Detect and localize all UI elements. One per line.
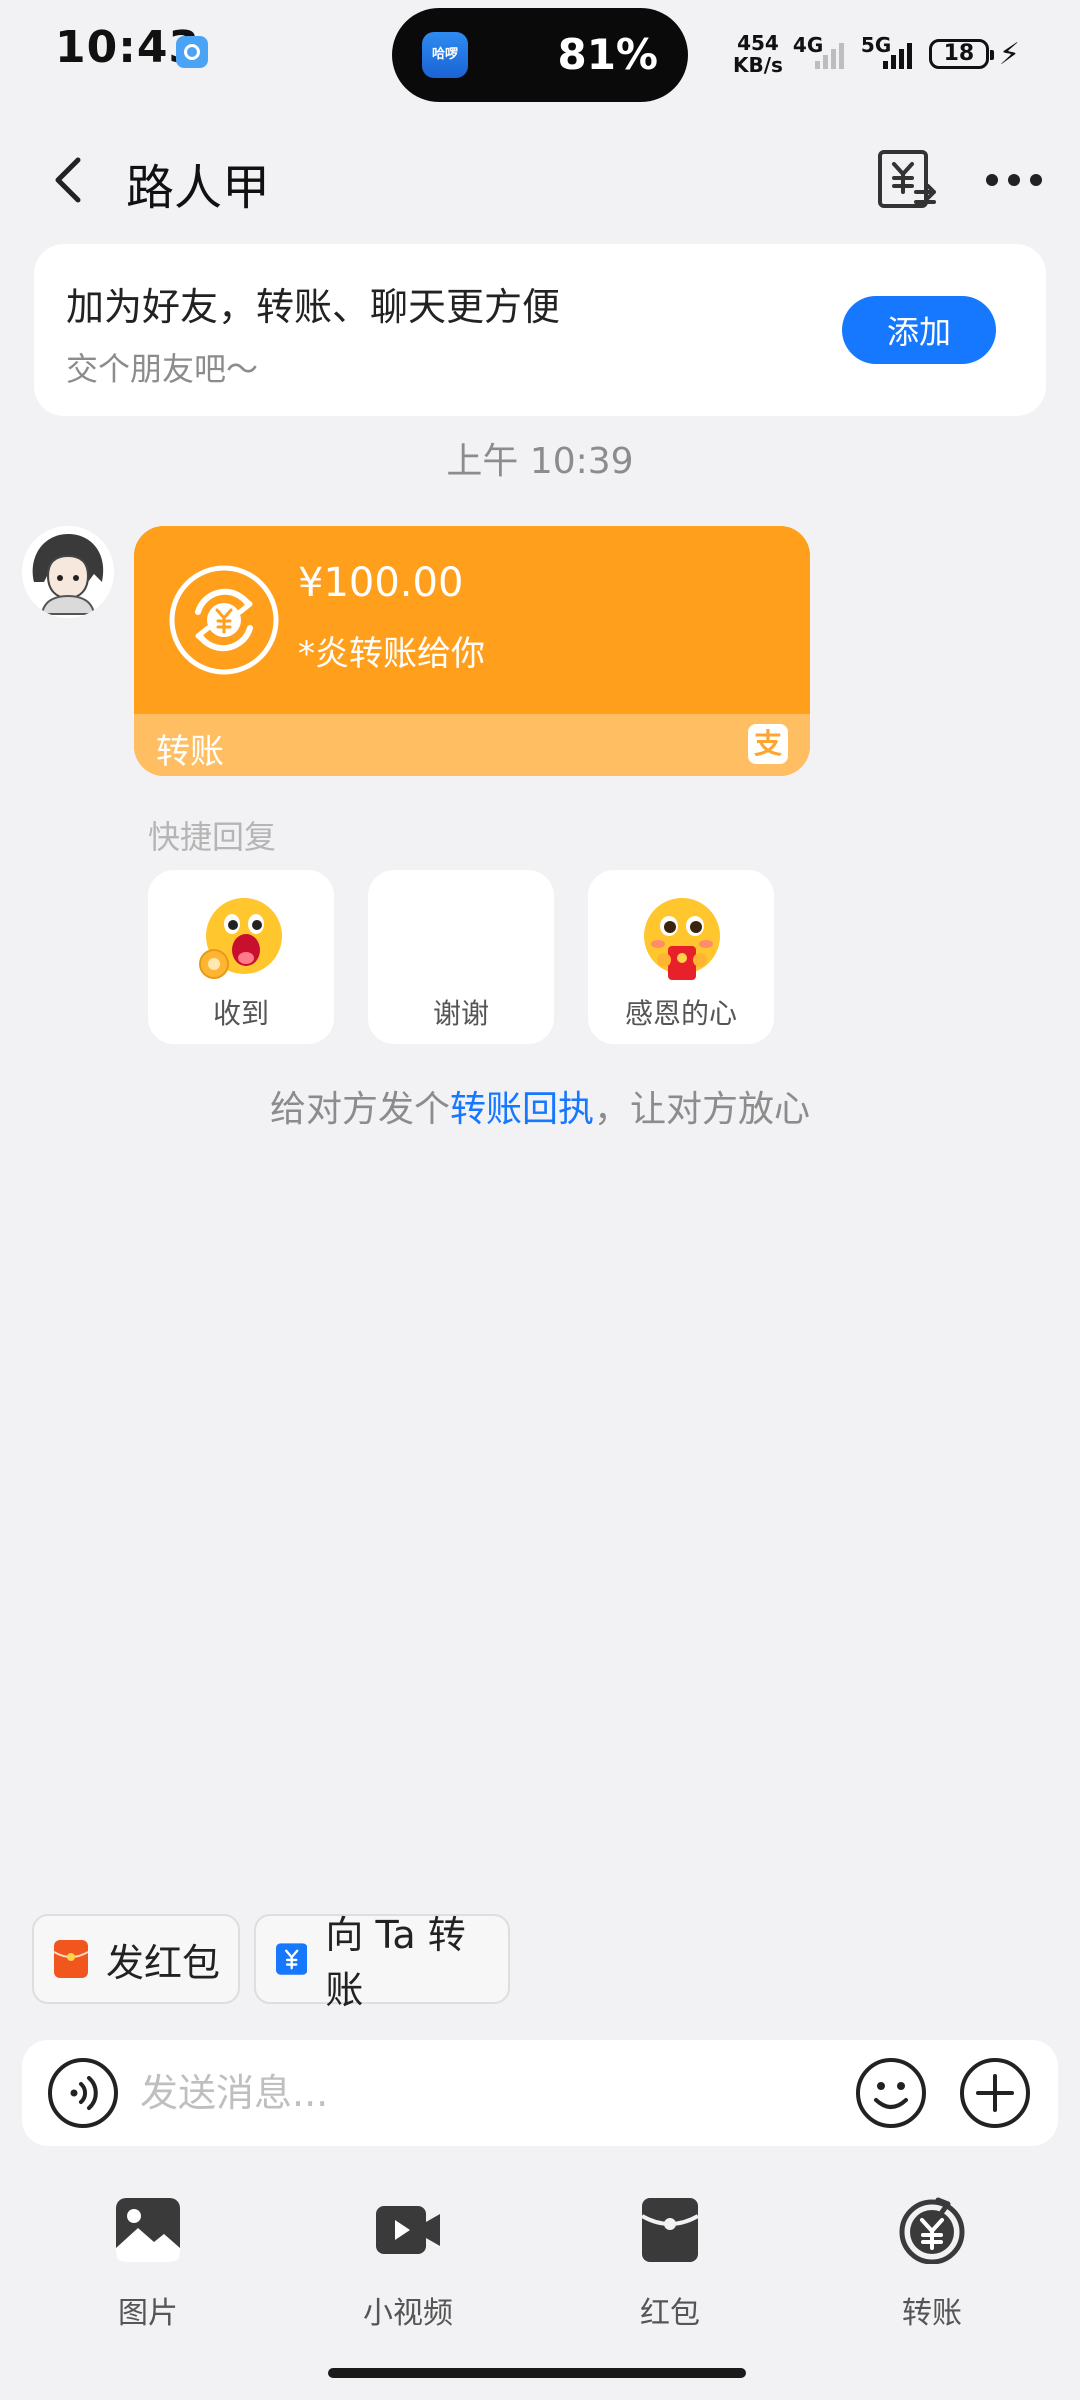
net-speed: 454 KB/s	[733, 32, 783, 76]
signal-4g-icon: 4G	[793, 33, 851, 69]
quick-reply-received[interactable]: 收到	[148, 870, 334, 1044]
receipt-hint: 给对方发个转账回执，让对方放心	[0, 1080, 1080, 1132]
add-friend-card: 加为好友，转账、聊天更方便 交个朋友吧～ 添加	[34, 244, 1046, 416]
notification-app-icon	[176, 36, 208, 68]
red-envelope-icon	[54, 1940, 88, 1978]
home-indicator[interactable]	[328, 2368, 746, 2378]
emoji-icon[interactable]	[854, 2056, 928, 2130]
add-friend-subtitle: 交个朋友吧～	[66, 350, 259, 388]
tool-transfer-label: 转账	[902, 2296, 962, 2331]
send-red-envelope-label: 发红包	[106, 1940, 221, 1985]
add-friend-title: 加为好友，转账、聊天更方便	[66, 285, 561, 329]
alipay-icon: 支	[748, 724, 788, 764]
add-friend-button[interactable]: 添加	[842, 296, 996, 364]
receipt-hint-post: ，让对方放心	[594, 1089, 811, 1130]
signal-5g-label: 5G	[860, 33, 892, 57]
tool-transfer[interactable]: 转账	[842, 2196, 1022, 2346]
message-timestamp: 上午 10:39	[446, 441, 634, 482]
status-bar: 10:43 哈啰 81% 454 KB/s 4G 5G 18 ⚡	[0, 0, 1080, 110]
red-envelope-icon	[641, 2198, 699, 2262]
message-input[interactable]	[140, 2056, 840, 2130]
transfer-amount: ¥100.00	[298, 560, 464, 606]
signal-5g-icon: 5G	[861, 33, 919, 69]
quick-reply-label: 谢谢	[432, 997, 489, 1030]
transfer-note: *炎转账给你	[298, 634, 485, 674]
island-app-icon: 哈啰	[422, 32, 468, 78]
tool-red-envelope[interactable]: 红包	[580, 2196, 760, 2346]
quick-reply-label: 收到	[212, 997, 269, 1030]
chat-title: 路人甲	[126, 160, 271, 216]
island-progress-text: 81%	[557, 30, 658, 79]
red-envelope-emoji-icon	[644, 898, 720, 980]
back-arrow-icon[interactable]	[40, 150, 100, 210]
quick-reply-label: 感恩的心	[624, 997, 737, 1030]
send-red-envelope-chip[interactable]: 发红包	[32, 1914, 240, 2004]
tool-image[interactable]: 图片	[58, 2196, 238, 2346]
tool-image-label: 图片	[118, 2296, 178, 2331]
message-input-bar	[22, 2040, 1058, 2146]
dynamic-island[interactable]: 哈啰 81%	[392, 8, 688, 102]
image-icon	[116, 2198, 180, 2262]
tool-video-label: 小视频	[363, 2296, 453, 2331]
tool-video[interactable]: 小视频	[318, 2196, 498, 2346]
video-icon	[376, 2206, 440, 2254]
transfer-ticket-icon	[276, 1943, 308, 1975]
quick-reply-grateful[interactable]: 感恩的心	[588, 870, 774, 1044]
transfer-label: 转账	[156, 732, 224, 772]
battery-level: 18	[943, 41, 975, 66]
battery-icon: 18	[928, 39, 994, 69]
transfer-to-ta-label: 向 Ta 转账	[325, 1913, 466, 2012]
attachment-toolbar: 图片 小视频 红包 转账	[0, 2170, 1080, 2360]
voice-input-icon[interactable]	[46, 2056, 120, 2130]
net-speed-unit: KB/s	[732, 53, 783, 77]
signal-4g-label: 4G	[792, 33, 824, 57]
status-indicators: 454 KB/s 4G 5G 18 ⚡	[733, 24, 1020, 84]
plus-icon[interactable]	[958, 2056, 1032, 2130]
ok-emoji-icon	[199, 898, 282, 979]
transfer-card-body: ¥100.00 *炎转账给你	[134, 526, 810, 714]
chat-header: 路人甲	[0, 120, 1080, 240]
more-options-icon[interactable]	[982, 160, 1046, 200]
net-speed-value: 454	[737, 31, 779, 55]
transfer-record-icon[interactable]	[874, 146, 940, 212]
yuan-transfer-icon	[169, 565, 279, 675]
transfer-to-ta-chip[interactable]: 向 Ta 转账	[254, 1913, 510, 2012]
receipt-hint-pre: 给对方发个	[269, 1089, 450, 1130]
tool-red-envelope-label: 红包	[640, 2296, 700, 2331]
transfer-card-footer: 转账 支	[134, 714, 810, 776]
charging-icon: ⚡	[998, 36, 1020, 72]
quick-reply-thanks[interactable]: 谢谢	[368, 870, 554, 1044]
transfer-receipt-link[interactable]: 转账回执	[450, 1089, 594, 1130]
transfer-icon	[899, 2197, 965, 2264]
transfer-card[interactable]: ¥100.00 *炎转账给你 转账 支	[134, 526, 810, 776]
avatar[interactable]	[22, 526, 114, 618]
quick-reply-title: 快捷回复	[148, 818, 277, 856]
